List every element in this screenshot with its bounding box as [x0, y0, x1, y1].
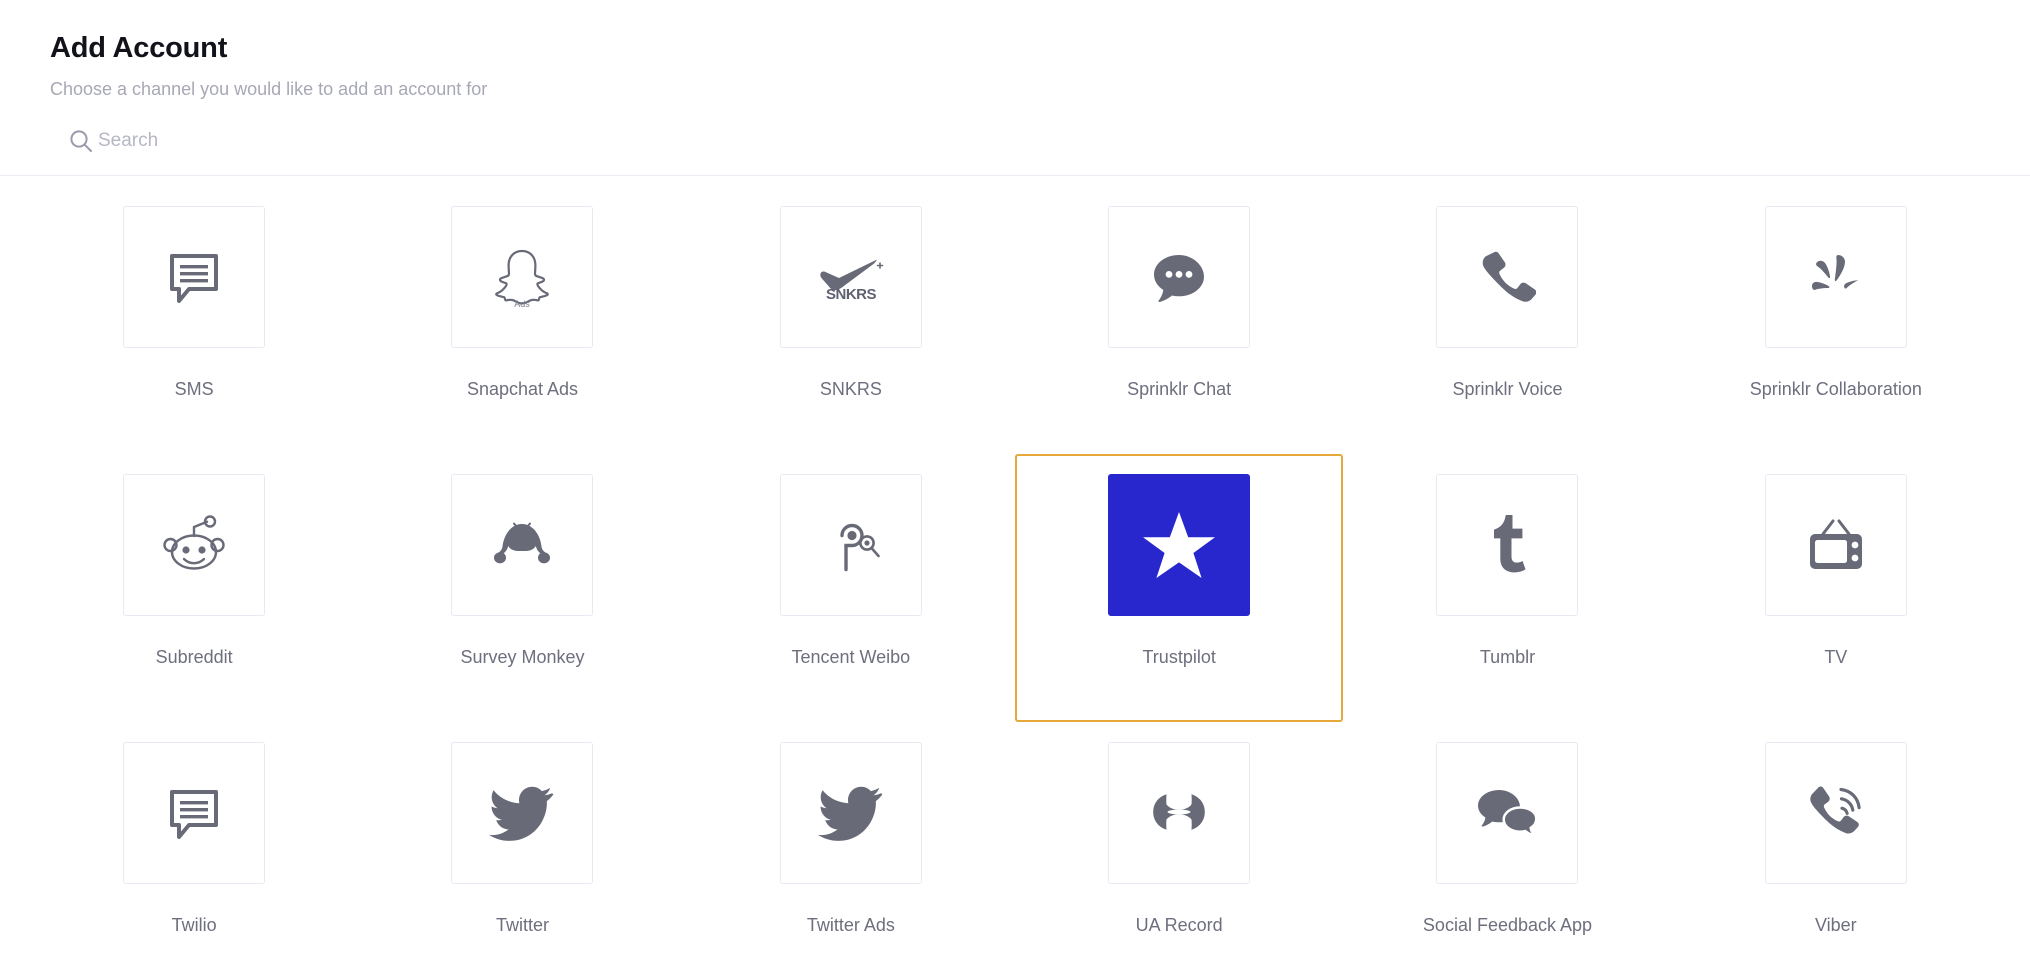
- channel-icon-box: [123, 205, 266, 348]
- channel-icon-box: [1108, 205, 1251, 348]
- page-title: Add Account: [50, 32, 228, 64]
- channel-tile[interactable]: Social Feedback App: [1343, 722, 1671, 972]
- channel-icon-box: [1436, 205, 1579, 348]
- channel-label: Viber: [1814, 914, 1857, 935]
- page-subtitle: Choose a channel you would like to add a…: [50, 79, 488, 100]
- channel-label: Twitter Ads: [806, 914, 895, 935]
- channel-icon-box: [1108, 741, 1251, 884]
- channel-icon-box: [1108, 473, 1251, 616]
- channel-icon-box: [1436, 741, 1579, 884]
- under-armour-icon: [1146, 793, 1212, 833]
- channel-icon-box: [1764, 473, 1907, 616]
- phone-handset-icon: [1478, 248, 1537, 306]
- channel-tile[interactable]: UA Record: [1015, 722, 1343, 972]
- channel-label: SNKRS: [819, 378, 882, 399]
- channel-label: Twitter: [495, 914, 549, 935]
- channel-label: Tumblr: [1479, 646, 1536, 667]
- channel-icon-box: [779, 473, 922, 616]
- twitter-bird-icon: [489, 785, 555, 841]
- channel-tile[interactable]: Sprinklr Collaboration: [1672, 186, 2000, 454]
- channel-tile[interactable]: Viber: [1672, 722, 2000, 972]
- channel-icon-box: [1764, 741, 1907, 884]
- sprinklr-splash-icon: [1805, 251, 1867, 303]
- snapchat-ghost-ads-icon: Ads: [493, 245, 551, 309]
- tumblr-t-icon: [1485, 513, 1529, 577]
- tencent-weibo-icon: [820, 517, 882, 573]
- chat-bubble-dots-icon: [1148, 248, 1210, 306]
- channel-icon-box: [1436, 473, 1579, 616]
- channel-tile[interactable]: Survey Monkey: [358, 454, 686, 722]
- search-bar[interactable]: [0, 130, 2030, 176]
- channel-label: Social Feedback App: [1422, 914, 1593, 935]
- channel-icon-box: [123, 473, 266, 616]
- svg-text:Ads: Ads: [515, 299, 531, 309]
- channel-label: Survey Monkey: [460, 646, 585, 667]
- channel-label: Trustpilot: [1142, 646, 1216, 667]
- channel-label: TV: [1824, 646, 1848, 667]
- channel-label: UA Record: [1135, 914, 1223, 935]
- channel-label: Sprinklr Collaboration: [1749, 378, 1922, 399]
- reddit-alien-icon: [162, 514, 226, 576]
- channel-icon-box: SNKRS: [779, 205, 922, 348]
- trustpilot-star-icon: [1141, 509, 1217, 581]
- nike-snkrs-icon: SNKRS: [815, 254, 887, 300]
- channel-icon-box: [451, 741, 594, 884]
- dialog-header: Add Account Choose a channel you would l…: [0, 0, 2030, 102]
- channel-tile[interactable]: Twilio: [30, 722, 358, 972]
- search-input[interactable]: [98, 130, 798, 153]
- channel-tile[interactable]: Subreddit: [30, 454, 358, 722]
- channel-tile[interactable]: Sprinklr Chat: [1015, 186, 1343, 454]
- channel-tile[interactable]: TV: [1672, 454, 2000, 722]
- channel-icon-box: [1764, 205, 1907, 348]
- channel-tile[interactable]: Trustpilot: [1015, 453, 1344, 722]
- channel-icon-box: [779, 741, 922, 884]
- retro-tv-icon: [1805, 516, 1867, 574]
- twitter-bird-icon: [817, 785, 884, 841]
- channel-tile[interactable]: Tumblr: [1343, 454, 1671, 722]
- search-icon: [68, 128, 94, 154]
- channel-tile[interactable]: Sprinklr Voice: [1343, 186, 1671, 454]
- channel-icon-box: [123, 741, 266, 884]
- add-account-dialog: Add Account Choose a channel you would l…: [0, 0, 2030, 972]
- channel-tile[interactable]: Twitter: [358, 722, 686, 972]
- survey-monkey-icon: [490, 520, 554, 570]
- channel-grid: SMS Ads Snapchat Ads SNKRS SNKRS Sprinkl…: [0, 186, 2030, 972]
- channel-label: Sprinklr Chat: [1127, 378, 1232, 399]
- channel-label: Tencent Weibo: [791, 646, 911, 667]
- channel-tile[interactable]: Twitter Ads: [687, 722, 1015, 972]
- two-chat-bubbles-icon: [1475, 787, 1539, 839]
- svg-text:SNKRS: SNKRS: [826, 286, 877, 300]
- channel-icon-box: [451, 473, 594, 616]
- channel-label: SMS: [174, 378, 214, 399]
- channel-tile[interactable]: Tencent Weibo: [687, 454, 1015, 722]
- channel-label: Sprinklr Voice: [1452, 378, 1563, 399]
- sms-chat-bubble-icon: [163, 246, 225, 308]
- channel-label: Subreddit: [155, 646, 233, 667]
- sms-chat-bubble-icon: [163, 782, 225, 844]
- channel-tile[interactable]: SNKRS SNKRS: [687, 186, 1015, 454]
- channel-label: Snapchat Ads: [466, 378, 579, 399]
- channel-icon-box: Ads: [451, 205, 594, 348]
- channel-tile[interactable]: Ads Snapchat Ads: [358, 186, 686, 454]
- channel-label: Twilio: [171, 914, 217, 935]
- channel-tile[interactable]: SMS: [30, 186, 358, 454]
- viber-phone-waves-icon: [1805, 782, 1867, 844]
